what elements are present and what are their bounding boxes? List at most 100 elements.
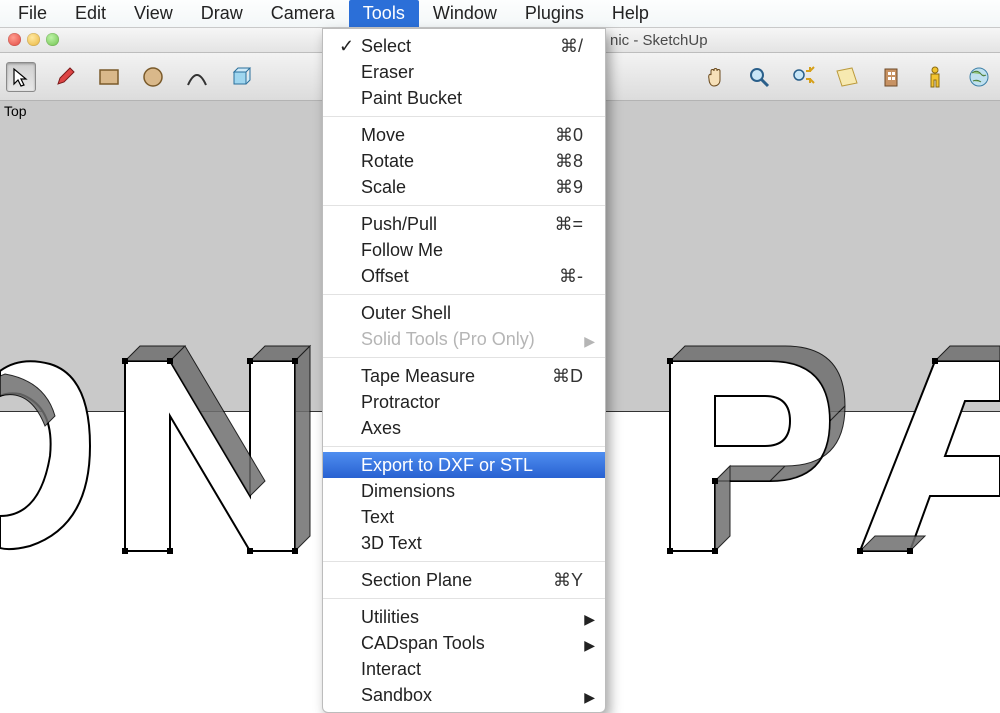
menu-item-push-pull[interactable]: Push/Pull ⌘= [323,211,605,237]
menu-item-tape-measure[interactable]: Tape Measure ⌘D [323,363,605,389]
menu-item-label: Export to DXF or STL [361,455,533,475]
menu-item-label: Sandbox [361,685,432,705]
pan-tool-button[interactable] [700,62,730,92]
menu-item-label: 3D Text [361,533,422,553]
close-icon[interactable] [8,33,21,46]
cursor-icon [11,67,31,87]
menu-item-label: Scale [361,177,406,197]
menu-item-shortcut: ⌘/ [560,35,583,57]
menu-item-section-plane[interactable]: Section Plane⌘Y [323,567,605,593]
menu-item-scale[interactable]: Scale ⌘9 [323,174,605,200]
menu-tools[interactable]: Tools [349,0,419,27]
menu-item-label: Select [361,36,411,56]
menu-file[interactable]: File [4,0,61,27]
menu-separator [323,294,605,295]
menu-item-shortcut: ⌘9 [555,176,583,198]
menu-separator [323,357,605,358]
person-tool-button[interactable] [920,62,950,92]
rotate-tool-button[interactable] [226,62,256,92]
pencil-tool-button[interactable] [50,62,80,92]
menu-item-utilities[interactable]: Utilities ▶ [323,604,605,630]
menu-item-paint-bucket[interactable]: Paint Bucket [323,85,605,111]
menu-item-move[interactable]: Move ⌘0 [323,122,605,148]
menu-item-shortcut: ⌘- [559,265,583,287]
submenu-arrow-icon: ▶ [584,608,595,630]
menu-item-axes[interactable]: Axes [323,415,605,441]
menu-help[interactable]: Help [598,0,663,27]
menu-item-shortcut: ⌘8 [555,150,583,172]
menu-item-label: Tape Measure [361,366,475,386]
menu-item-outer-shell[interactable]: Outer Shell [323,300,605,326]
menu-item-label: CADspan Tools [361,633,485,653]
menu-item-dimensions[interactable]: Dimensions [323,478,605,504]
check-icon: ✓ [339,35,354,57]
menu-item-eraser[interactable]: Eraser [323,59,605,85]
magnifier-icon [747,65,771,89]
building-icon [879,65,903,89]
paper-icon [834,65,860,89]
menu-item-text[interactable]: Text [323,504,605,530]
zoom-icon[interactable] [46,33,59,46]
globe-tool-button[interactable] [964,62,994,92]
zoom-extents-icon [790,65,816,89]
menu-separator [323,561,605,562]
menu-item-label: Utilities [361,607,419,627]
menu-view[interactable]: View [120,0,187,27]
menu-item-offset[interactable]: Offset ⌘- [323,263,605,289]
submenu-arrow-icon: ▶ [584,686,595,708]
menu-item-select[interactable]: Select ✓ ⌘/ [323,33,605,59]
menu-item-label: Protractor [361,392,440,412]
menu-item-sandbox[interactable]: Sandbox ▶ [323,682,605,708]
menu-item-rotate[interactable]: Rotate ⌘8 [323,148,605,174]
zoom-tool-button[interactable] [744,62,774,92]
menu-item-cadspan-tools[interactable]: CADspan Tools ▶ [323,630,605,656]
menu-item-interact[interactable]: Interact [323,656,605,682]
menu-item-follow-me[interactable]: Follow Me [323,237,605,263]
menu-item-shortcut: ⌘0 [555,124,583,146]
menu-item-label: Push/Pull [361,214,437,234]
submenu-arrow-icon: ▶ [584,634,595,656]
menu-item-label: Eraser [361,62,414,82]
menu-separator [323,598,605,599]
menu-item-label: Move [361,125,405,145]
menu-item-label: Solid Tools (Pro Only) [361,329,535,349]
minimize-icon[interactable] [27,33,40,46]
menu-draw[interactable]: Draw [187,0,257,27]
traffic-lights [8,33,59,46]
menu-item-label: Offset [361,266,409,286]
person-icon [924,65,946,89]
menu-item-label: Outer Shell [361,303,451,323]
menu-item-protractor[interactable]: Protractor [323,389,605,415]
menu-separator [323,446,605,447]
view-label: Top [4,103,27,119]
menu-item-label: Paint Bucket [361,88,462,108]
hand-icon [703,65,727,89]
menu-item-export-to-dxf-or-stl[interactable]: Export to DXF or STL [323,452,605,478]
select-tool-button[interactable] [6,62,36,92]
menu-item-shortcut: ⌘= [554,213,583,235]
menu-plugins[interactable]: Plugins [511,0,598,27]
globe-icon [967,65,991,89]
menu-window[interactable]: Window [419,0,511,27]
zoom-extents-tool-button[interactable] [788,62,818,92]
orbit-tool-button[interactable] [832,62,862,92]
window-title: nic - SketchUp [610,32,708,49]
cube-rotate-icon [229,65,253,89]
menu-separator [323,116,605,117]
building-tool-button[interactable] [876,62,906,92]
menu-item-shortcut: ⌘D [552,365,583,387]
rectangle-tool-button[interactable] [94,62,124,92]
menu-separator [323,205,605,206]
tools-menu-dropdown: Select ✓ ⌘/ Eraser Paint Bucket Move ⌘0 Rotate ⌘… [322,28,606,713]
menu-item-label: Follow Me [361,240,443,260]
menu-camera[interactable]: Camera [257,0,349,27]
circle-icon [141,65,165,89]
menu-item-shortcut: ⌘Y [553,569,583,591]
submenu-arrow-icon: ▶ [584,330,595,352]
menu-item-3d-text[interactable]: 3D Text [323,530,605,556]
arc-tool-button[interactable] [182,62,212,92]
circle-tool-button[interactable] [138,62,168,92]
menu-item-label: Rotate [361,151,414,171]
menu-item-label: Interact [361,659,421,679]
menu-edit[interactable]: Edit [61,0,120,27]
